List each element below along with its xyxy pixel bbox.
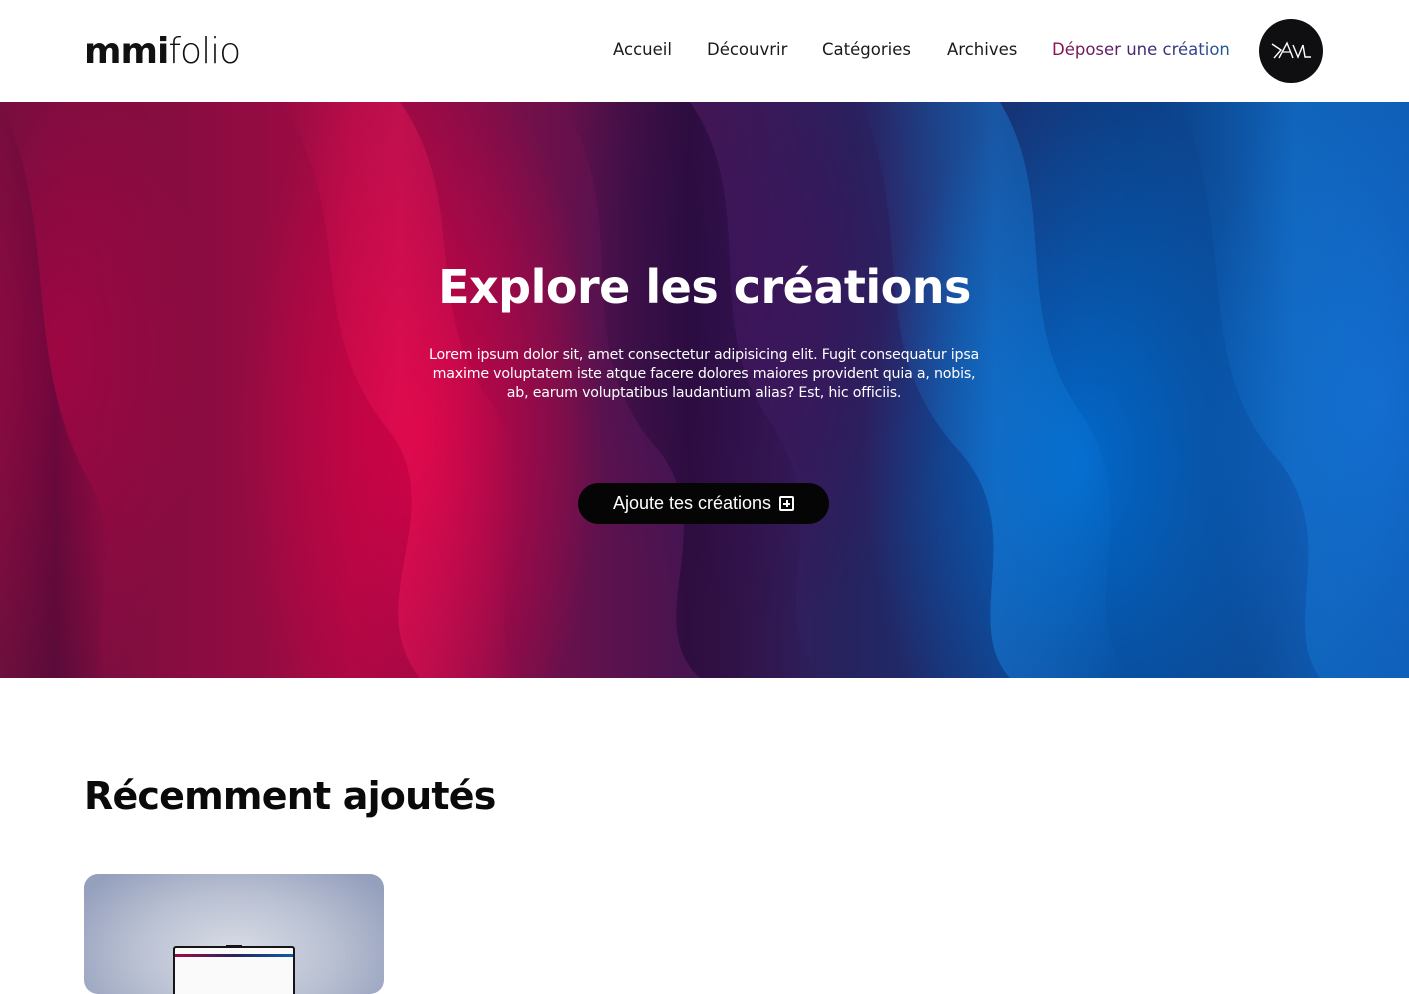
- creation-card[interactable]: [84, 874, 384, 994]
- card-preview-notch: [226, 945, 242, 948]
- add-creations-label: Ajoute tes créations: [612, 493, 772, 513]
- nav-link-archives[interactable]: Archives: [947, 40, 1017, 59]
- hero-banner: Explore les créations Lorem ipsum dolor …: [0, 102, 1409, 678]
- nav-link-categories[interactable]: Catégories: [822, 40, 911, 59]
- main-nav: Accueil Découvrir Catégories Archives Dé…: [0, 40, 1409, 64]
- hero-description: Lorem ipsum dolor sit, amet consectetur …: [428, 347, 980, 401]
- site-header: mmifolio Accueil Découvrir Catégories Ar…: [0, 0, 1409, 102]
- nav-link-decouvrir[interactable]: Découvrir: [707, 40, 787, 59]
- nav-link-accueil[interactable]: Accueil: [613, 40, 672, 59]
- user-avatar[interactable]: [1259, 19, 1323, 83]
- card-preview-image: [173, 946, 295, 994]
- nav-link-deposer-creation[interactable]: Déposer une création: [1052, 40, 1230, 59]
- recent-section-title: Récemment ajoutés: [84, 774, 496, 818]
- plus-square-icon: [779, 496, 795, 511]
- user-avatar-icon: [1271, 41, 1311, 59]
- add-creations-button[interactable]: Ajoute tes créations: [578, 483, 829, 524]
- hero-title: Explore les créations: [438, 260, 971, 314]
